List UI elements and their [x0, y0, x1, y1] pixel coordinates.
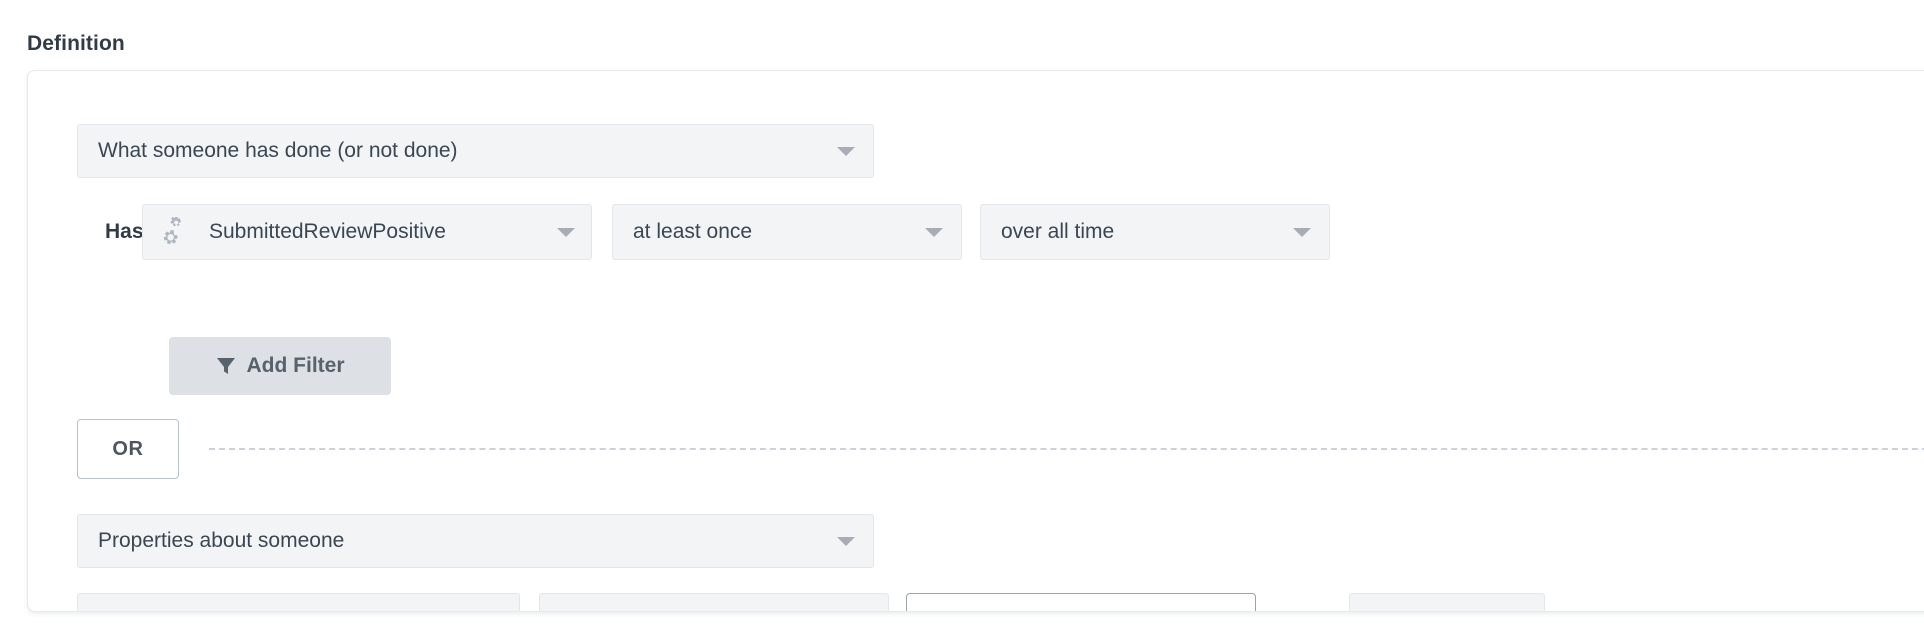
or-operator-chip[interactable]: OR — [77, 419, 179, 479]
chevron-down-icon — [925, 228, 943, 237]
has-label: Has — [77, 220, 142, 244]
property-type-selector-value: Properties about someone — [98, 529, 837, 553]
type-label: Type: — [1280, 609, 1334, 612]
add-filter-button-label: Add Filter — [247, 354, 345, 378]
event-selector-value: SubmittedReviewPositive — [209, 220, 543, 244]
property-value-input[interactable] — [906, 593, 1256, 612]
cogs-icon — [159, 217, 195, 247]
frequency-selector-value: at least once — [633, 220, 925, 244]
chevron-down-icon — [837, 537, 855, 546]
page-title: Definition — [27, 32, 125, 56]
frequency-selector[interactable]: at least once — [612, 204, 962, 260]
event-selector[interactable]: SubmittedReviewPositive — [142, 204, 592, 260]
chevron-down-icon — [837, 147, 855, 156]
chevron-down-icon — [557, 228, 575, 237]
behavior-type-selector-value: What someone has done (or not done) — [98, 139, 837, 163]
property-condition-row: stamped_last_review_score is at least Ty… — [77, 593, 1545, 612]
timeframe-selector-value: over all time — [1001, 220, 1293, 244]
property-type-selector[interactable]: Properties about someone — [77, 514, 874, 568]
datatype-selector-value: Number — [1370, 609, 1510, 612]
property-selector[interactable]: stamped_last_review_score — [77, 593, 520, 612]
datatype-selector[interactable]: Number — [1349, 593, 1545, 612]
add-filter-button[interactable]: Add Filter — [169, 337, 391, 395]
property-selector-value: stamped_last_review_score — [98, 609, 483, 612]
definition-card: What someone has done (or not done) Has … — [27, 70, 1924, 612]
behavior-type-selector[interactable]: What someone has done (or not done) — [77, 124, 874, 178]
or-divider: OR — [77, 419, 1924, 479]
divider-line — [209, 448, 1924, 450]
timeframe-selector[interactable]: over all time — [980, 204, 1330, 260]
comparison-operator-selector[interactable]: is at least — [539, 593, 889, 612]
behavior-condition-row: Has SubmittedReviewPositive at least onc… — [77, 204, 1330, 260]
comparison-operator-value: is at least — [560, 609, 852, 612]
chevron-down-icon — [1293, 228, 1311, 237]
funnel-icon — [216, 356, 236, 376]
